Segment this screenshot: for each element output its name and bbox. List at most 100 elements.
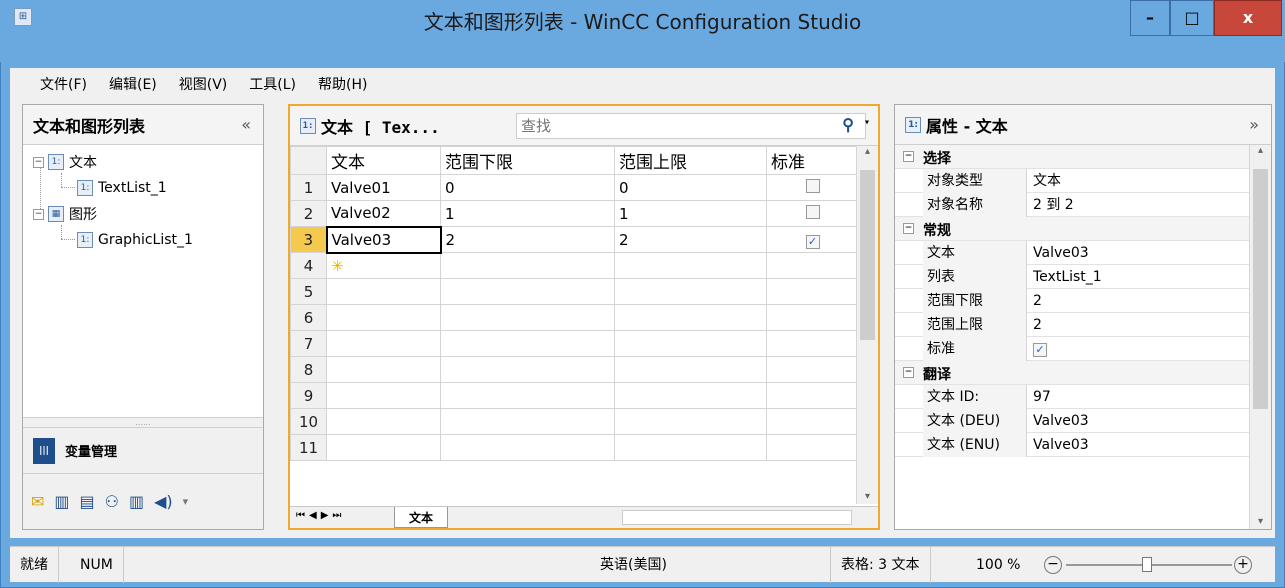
empty-cell[interactable] (614, 382, 767, 409)
property-row[interactable]: 文本 ID: 97 (895, 385, 1249, 409)
empty-cell[interactable] (440, 278, 615, 305)
standard-checkbox[interactable] (805, 178, 820, 193)
property-row[interactable]: 范围上限 2 (895, 313, 1249, 337)
collapse-category-icon[interactable]: − (903, 367, 914, 378)
property-row[interactable]: 对象类型 文本 (895, 169, 1249, 193)
empty-cell[interactable] (766, 304, 859, 331)
column-header-high-limit[interactable]: 范围上限 (614, 146, 767, 175)
standard-checkbox[interactable] (805, 204, 820, 219)
row-number[interactable]: 10 (290, 408, 327, 435)
cell-low-limit[interactable]: 1 (440, 200, 615, 227)
property-row[interactable]: 文本 (DEU) Valve03 (895, 409, 1249, 433)
collapse-panel-button[interactable]: « (241, 115, 251, 134)
tree-node-textlist-1[interactable]: 1: TextList_1 (77, 175, 167, 201)
tag-logging-icon[interactable]: ▥ (54, 492, 69, 511)
menu-file[interactable]: 文件(F) (40, 74, 87, 94)
minimize-button[interactable]: – (1130, 0, 1170, 36)
row-number[interactable]: 8 (290, 356, 327, 383)
property-value[interactable]: Valve03 (1031, 433, 1089, 457)
property-row[interactable]: 标准 ✓ (895, 337, 1249, 361)
maximize-button[interactable]: □ (1170, 0, 1214, 36)
column-header-text[interactable]: 文本 (326, 146, 441, 175)
scroll-down-icon[interactable]: ▾ (1250, 516, 1271, 527)
row-number[interactable]: 1 (290, 174, 327, 201)
menu-tools[interactable]: 工具(L) (249, 74, 296, 94)
alarm-logging-icon[interactable]: ✉ (31, 492, 44, 511)
property-row[interactable]: 文本 (ENU) Valve03 (895, 433, 1249, 457)
tree-node-graphiclist-1[interactable]: 1: GraphicList_1 (77, 227, 193, 253)
table-vertical-scrollbar[interactable]: ▴ ▾ (856, 146, 878, 504)
cell-high-limit[interactable] (614, 252, 767, 279)
cell-standard[interactable] (766, 252, 859, 279)
property-value[interactable]: 97 (1031, 385, 1051, 409)
empty-cell[interactable] (766, 434, 859, 461)
empty-cell[interactable] (614, 434, 767, 461)
table-row[interactable]: 3 Valve03 2 2 ✓ (290, 225, 859, 254)
corner-cell[interactable] (290, 146, 327, 175)
scroll-down-icon[interactable]: ▾ (857, 491, 878, 502)
empty-cell[interactable] (614, 278, 767, 305)
category-selection[interactable]: − 选择 (895, 145, 1249, 169)
search-icon[interactable]: ⚲ (842, 115, 854, 134)
scroll-thumb[interactable] (860, 170, 875, 340)
empty-cell[interactable] (440, 330, 615, 357)
collapse-category-icon[interactable]: − (903, 223, 914, 234)
cell-high-limit[interactable]: 1 (614, 200, 767, 227)
sound-icon[interactable]: ◀) (154, 492, 173, 511)
row-number[interactable]: 11 (290, 434, 327, 461)
properties-vertical-scrollbar[interactable]: ▴ ▾ (1249, 145, 1271, 529)
empty-cell[interactable] (326, 304, 441, 331)
row-number[interactable]: 3 (290, 226, 327, 253)
empty-cell[interactable] (614, 408, 767, 435)
row-number[interactable]: 9 (290, 382, 327, 409)
category-general[interactable]: − 常规 (895, 217, 1249, 241)
column-header-low-limit[interactable]: 范围下限 (440, 146, 615, 175)
user-group-icon[interactable]: ⚇ (105, 492, 119, 511)
property-value[interactable]: 2 (1031, 289, 1042, 313)
empty-cell[interactable] (326, 356, 441, 383)
property-value[interactable]: 2 到 2 (1031, 193, 1074, 217)
property-row[interactable]: 对象名称 2 到 2 (895, 193, 1249, 217)
table-row-empty[interactable]: 6 (290, 304, 859, 331)
menu-view[interactable]: 视图(V) (179, 74, 228, 94)
tree-node-graphics[interactable]: − ▦ 图形 (33, 201, 97, 227)
empty-cell[interactable] (440, 356, 615, 383)
collapse-node-icon[interactable]: − (33, 208, 44, 220)
cell-text[interactable]: Valve02 (326, 200, 441, 227)
sheet-tab-text[interactable]: 文本 (394, 507, 449, 528)
tree-node-text[interactable]: − 1: 文本 (33, 149, 97, 175)
cell-standard[interactable] (766, 200, 859, 227)
new-row-icon[interactable]: ✳ (326, 252, 441, 279)
category-translation[interactable]: − 翻译 (895, 361, 1249, 385)
cell-low-limit[interactable]: 0 (440, 174, 615, 201)
collapse-node-icon[interactable]: − (33, 156, 44, 168)
cell-text[interactable]: Valve03 (325, 225, 442, 254)
cell-low-limit[interactable]: 2 (440, 226, 615, 253)
table-row-empty[interactable]: 5 (290, 278, 859, 305)
table-row[interactable]: 2 Valve02 1 1 (290, 200, 859, 227)
empty-cell[interactable] (766, 330, 859, 357)
property-value[interactable]: Valve03 (1031, 241, 1089, 265)
table-row-empty[interactable]: 10 (290, 408, 859, 435)
nav-tag-management[interactable]: ||| 变量管理 (23, 427, 263, 473)
property-value[interactable]: Valve03 (1031, 409, 1089, 433)
empty-cell[interactable] (440, 434, 615, 461)
splitter-grip[interactable]: ...... (23, 417, 263, 427)
empty-cell[interactable] (766, 278, 859, 305)
scroll-thumb[interactable] (1253, 169, 1268, 409)
row-number[interactable]: 7 (290, 330, 327, 357)
property-value[interactable]: ✓ (1031, 337, 1047, 361)
cell-low-limit[interactable] (440, 252, 615, 279)
empty-cell[interactable] (766, 408, 859, 435)
user-admin-icon[interactable]: ▤ (80, 492, 95, 511)
property-value[interactable]: 文本 (1031, 169, 1061, 193)
empty-cell[interactable] (614, 356, 767, 383)
empty-cell[interactable] (326, 278, 441, 305)
row-number[interactable]: 2 (290, 200, 327, 227)
menu-help[interactable]: 帮助(H) (318, 74, 367, 94)
empty-cell[interactable] (326, 330, 441, 357)
search-input[interactable] (516, 113, 866, 139)
expand-panel-button[interactable]: » (1249, 115, 1259, 134)
empty-cell[interactable] (614, 304, 767, 331)
empty-cell[interactable] (440, 382, 615, 409)
